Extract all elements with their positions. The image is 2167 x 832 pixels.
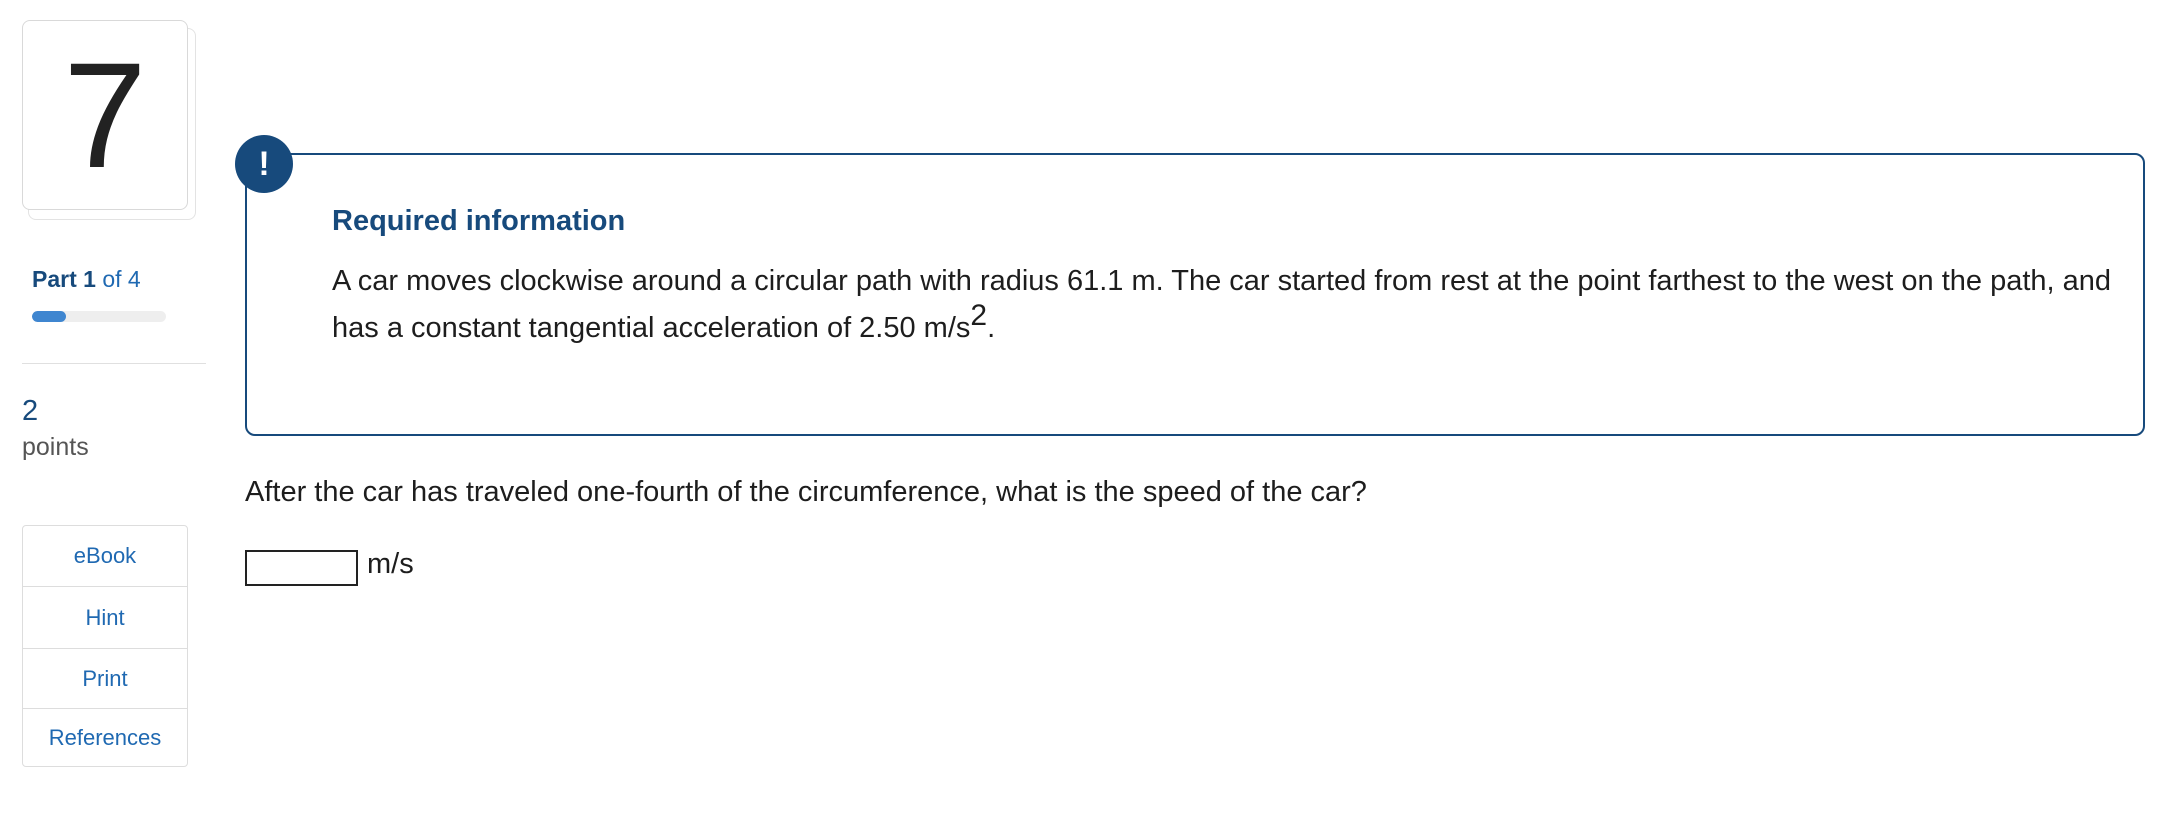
question-number: 7 (63, 31, 147, 199)
info-text-end: . (987, 312, 996, 344)
answer-input[interactable] (245, 550, 358, 586)
alert-icon: ! (235, 135, 293, 193)
question-prompt: After the car has traveled one-fourth of… (245, 476, 1367, 508)
hint-button[interactable]: Hint (23, 587, 187, 649)
print-button[interactable]: Print (23, 649, 187, 709)
ebook-button[interactable]: eBook (23, 526, 187, 587)
part-progress-bar (32, 311, 166, 322)
info-text-main: A car moves clockwise around a circular … (332, 265, 2112, 344)
answer-unit: m/s (367, 548, 414, 580)
question-number-card: 7 (22, 20, 188, 210)
references-button[interactable]: References (23, 709, 187, 766)
required-information-title: Required information (332, 205, 626, 237)
points-value: 2 (22, 395, 39, 427)
part-current: 1 (83, 266, 96, 292)
tools-panel: eBook Hint Print References (22, 525, 188, 767)
part-indicator: Part 1 of 4 (32, 266, 141, 293)
part-label: Part (32, 266, 77, 292)
points-label: points (22, 433, 89, 461)
sidebar-divider (22, 363, 206, 364)
required-information-text: A car moves clockwise around a circular … (332, 258, 2112, 352)
info-text-exponent: 2 (970, 299, 988, 332)
part-total: of 4 (102, 266, 141, 292)
part-progress-fill (32, 311, 66, 322)
